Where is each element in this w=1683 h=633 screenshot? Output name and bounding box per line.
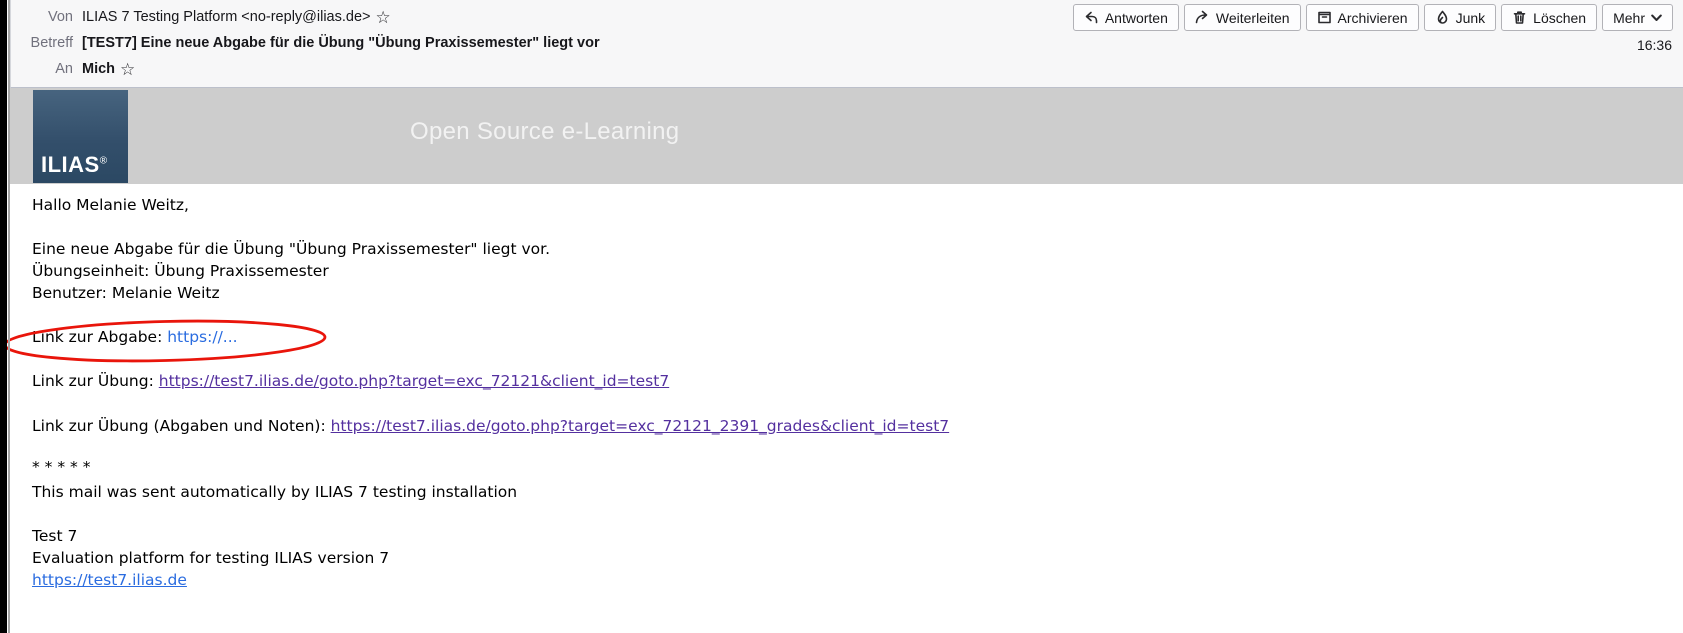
auto-note: This mail was sent automatically by ILIA… xyxy=(32,481,1683,503)
to-value[interactable]: Mich xyxy=(82,60,115,79)
info-line: Eine neue Abgabe für die Übung "Übung Pr… xyxy=(32,238,1683,260)
forward-label: Weiterleiten xyxy=(1216,10,1290,26)
from-label: Von xyxy=(19,8,73,27)
junk-label: Junk xyxy=(1456,10,1486,26)
uebung-line: Link zur Übung: https://test7.ilias.de/g… xyxy=(32,370,1683,392)
info-line: Übungseinheit: Übung Praxissemester xyxy=(32,260,1683,282)
message-header: Von ILIAS 7 Testing Platform <no-reply@i… xyxy=(10,0,1683,88)
email-body: Hallo Melanie Weitz, Eine neue Abgabe fü… xyxy=(10,184,1683,591)
archive-button[interactable]: Archivieren xyxy=(1306,4,1419,31)
abgabe-line: Link zur Abgabe: https://... xyxy=(32,326,1683,348)
message-time: 16:36 xyxy=(1637,37,1672,53)
abgabe-label: Link zur Abgabe: xyxy=(32,328,167,346)
signature-link-line: https://test7.ilias.de xyxy=(32,569,1683,591)
chevron-down-icon xyxy=(1651,14,1662,22)
abgabe-link[interactable]: https://... xyxy=(167,328,237,346)
window-left-edge xyxy=(0,0,7,633)
subject-value: [TEST7] Eine neue Abgabe für die Übung "… xyxy=(82,34,600,53)
uebung-link[interactable]: https://test7.ilias.de/goto.php?target=e… xyxy=(159,372,669,390)
message-toolbar: Antworten Weiterleiten Archivieren xyxy=(1073,4,1673,31)
ilias-banner: ILIAS® Open Source e-Learning xyxy=(10,88,1683,184)
archive-label: Archivieren xyxy=(1338,10,1408,26)
from-value[interactable]: ILIAS 7 Testing Platform <no-reply@ilias… xyxy=(82,8,371,27)
junk-button[interactable]: Junk xyxy=(1424,4,1497,31)
subject-row: Betreff [TEST7] Eine neue Abgabe für die… xyxy=(11,34,1683,53)
noten-label: Link zur Übung (Abgaben und Noten): xyxy=(32,417,331,435)
greeting-line: Hallo Melanie Weitz, xyxy=(32,194,1683,216)
archive-icon xyxy=(1317,10,1332,25)
registered-mark: ® xyxy=(100,156,108,167)
star-icon[interactable]: ☆ xyxy=(120,63,135,77)
email-client-window: Von ILIAS 7 Testing Platform <no-reply@i… xyxy=(0,0,1683,633)
ilias-logo: ILIAS® xyxy=(33,90,128,183)
delete-label: Löschen xyxy=(1533,10,1586,26)
to-row: An Mich ☆ xyxy=(11,60,1683,79)
banner-tagline: Open Source e-Learning xyxy=(410,118,679,146)
forward-icon xyxy=(1195,10,1210,25)
reply-label: Antworten xyxy=(1105,10,1168,26)
more-label: Mehr xyxy=(1613,10,1645,26)
ilias-logo-text: ILIAS® xyxy=(41,152,108,178)
forward-button[interactable]: Weiterleiten xyxy=(1184,4,1301,31)
stars-divider: * * * * * xyxy=(32,456,1683,478)
subject-label: Betreff xyxy=(19,34,73,53)
reply-button[interactable]: Antworten xyxy=(1073,4,1179,31)
signature-line: Evaluation platform for testing ILIAS ve… xyxy=(32,547,1683,569)
trash-icon xyxy=(1512,10,1527,25)
signature-link[interactable]: https://test7.ilias.de xyxy=(32,571,187,589)
noten-line: Link zur Übung (Abgaben und Noten): http… xyxy=(32,415,1683,437)
info-line: Benutzer: Melanie Weitz xyxy=(32,282,1683,304)
reply-icon xyxy=(1084,10,1099,25)
to-label: An xyxy=(19,60,73,79)
delete-button[interactable]: Löschen xyxy=(1501,4,1597,31)
junk-flame-icon xyxy=(1435,10,1450,25)
signature-line: Test 7 xyxy=(32,525,1683,547)
uebung-label: Link zur Übung: xyxy=(32,372,159,390)
message-pane: Von ILIAS 7 Testing Platform <no-reply@i… xyxy=(10,0,1683,633)
noten-link[interactable]: https://test7.ilias.de/goto.php?target=e… xyxy=(331,417,950,435)
star-icon[interactable]: ☆ xyxy=(376,11,391,25)
more-button[interactable]: Mehr xyxy=(1602,4,1673,31)
window-left-border xyxy=(8,0,10,633)
